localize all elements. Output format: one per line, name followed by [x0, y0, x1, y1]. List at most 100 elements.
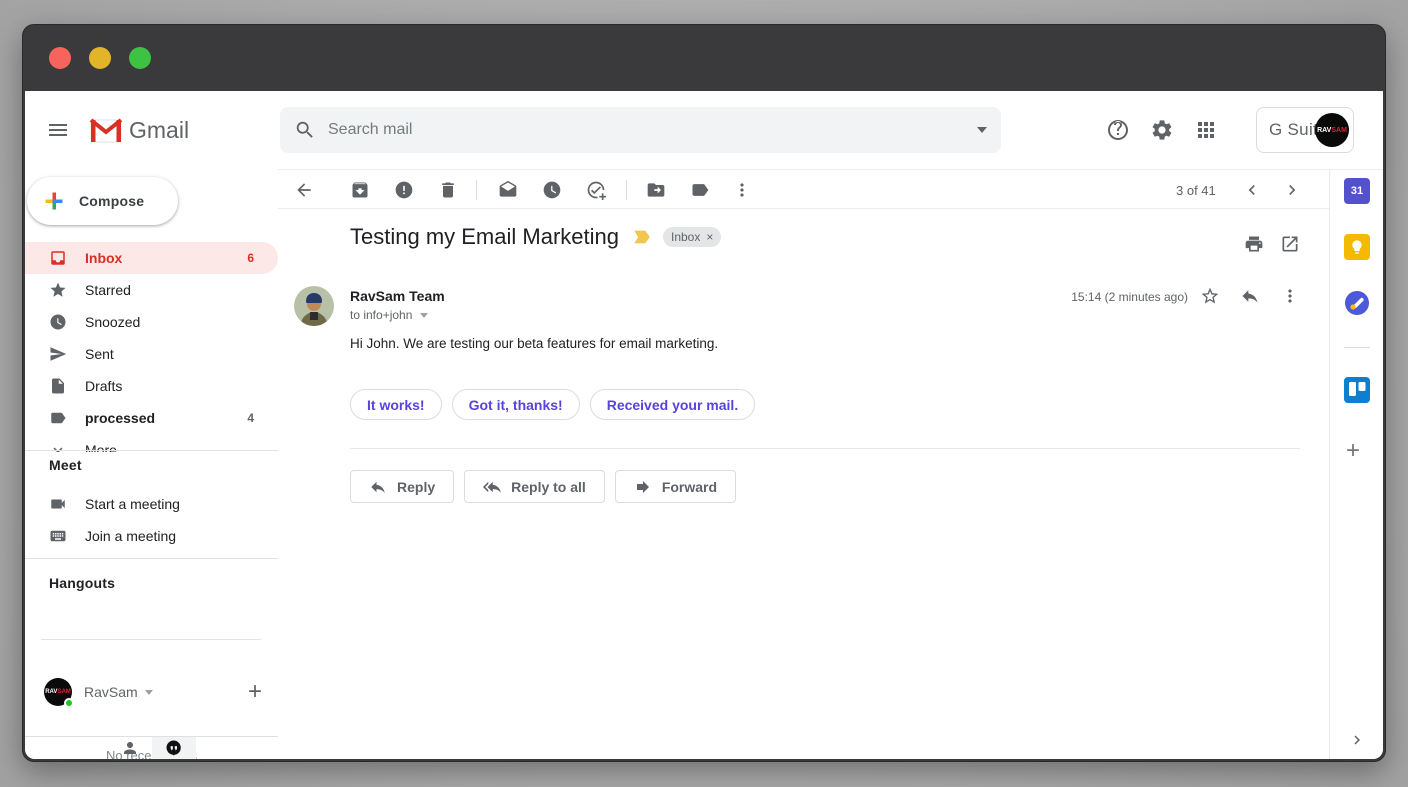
main-menu-icon[interactable]	[46, 118, 70, 142]
sender-avatar[interactable]	[294, 286, 334, 326]
hangouts-account-caret-icon[interactable]	[145, 690, 153, 695]
search-bar[interactable]	[280, 107, 1001, 153]
sidebar-item-inbox[interactable]: Inbox 6	[25, 242, 278, 274]
remove-label-icon[interactable]: ×	[706, 230, 713, 244]
browser-content: Gmail G Suite RAVSAM	[25, 91, 1383, 759]
labels-icon[interactable]	[690, 180, 710, 200]
hangouts-account-row[interactable]: RAVSAM RavSam +	[44, 678, 262, 706]
draft-file-icon	[49, 377, 67, 395]
mark-unread-icon[interactable]	[498, 180, 518, 200]
show-details-caret-icon[interactable]	[420, 313, 428, 318]
email-subject: Testing my Email Marketing	[350, 224, 619, 250]
hangouts-bubble-icon	[165, 739, 183, 757]
sidebar: Compose Inbox 6 Starred Snoozed	[25, 169, 278, 759]
open-in-new-window-icon[interactable]	[1280, 234, 1300, 254]
reply-icon	[369, 478, 387, 496]
sender-avatar-image	[294, 286, 334, 326]
search-icon[interactable]	[294, 119, 316, 141]
meet-item-label: Start a meeting	[85, 496, 180, 512]
meet-item-label: Join a meeting	[85, 528, 176, 544]
smart-reply-button[interactable]: Received your mail.	[590, 389, 756, 420]
email-body: Hi John. We are testing our beta feature…	[350, 336, 718, 351]
help-icon[interactable]	[1106, 118, 1130, 142]
hangouts-avatar: RAVSAM	[44, 678, 72, 706]
inbox-label-chip[interactable]: Inbox ×	[663, 227, 721, 247]
sidebar-item-label: Snoozed	[85, 314, 140, 330]
avatar-text-red: SAM	[57, 689, 70, 695]
compose-plus-icon	[42, 189, 66, 213]
sidebar-item-label: Sent	[85, 346, 114, 362]
star-icon	[49, 281, 67, 299]
more-options-icon[interactable]	[732, 180, 752, 200]
smart-reply-button[interactable]: It works!	[350, 389, 442, 420]
start-meeting-item[interactable]: Start a meeting	[25, 488, 278, 520]
older-conversation-icon[interactable]	[1282, 180, 1302, 200]
close-window-button[interactable]	[49, 47, 71, 69]
label-tag-icon	[49, 409, 67, 427]
avatar-text-white: RAV	[45, 689, 57, 695]
sidebar-item-drafts[interactable]: Drafts	[25, 370, 278, 402]
email-toolbar: 3 of 41	[278, 169, 1331, 209]
smart-reply-button[interactable]: Got it, thanks!	[452, 389, 580, 420]
search-input[interactable]	[328, 121, 977, 139]
sidebar-item-sent[interactable]: Sent	[25, 338, 278, 370]
minimize-window-button[interactable]	[89, 47, 111, 69]
calendar-app-icon[interactable]: 31	[1344, 178, 1370, 204]
gmail-logo-icon[interactable]	[89, 118, 123, 144]
new-conversation-plus-icon[interactable]: +	[248, 678, 262, 706]
important-marker-icon[interactable]	[631, 226, 653, 248]
forward-button[interactable]: Forward	[615, 470, 736, 503]
message-divider	[350, 448, 1300, 449]
google-apps-grid-icon[interactable]	[1194, 118, 1218, 142]
toolbar-separator	[626, 180, 627, 200]
hangouts-divider	[41, 639, 261, 640]
sidebar-item-label: Starred	[85, 282, 131, 298]
sidebar-item-snoozed[interactable]: Snoozed	[25, 306, 278, 338]
sidebar-item-processed[interactable]: processed 4	[25, 402, 278, 434]
keyboard-icon	[49, 527, 67, 545]
add-to-tasks-icon[interactable]	[586, 180, 606, 200]
search-options-icon[interactable]	[977, 127, 987, 133]
move-to-folder-icon[interactable]	[646, 180, 666, 200]
trello-addon-icon[interactable]	[1344, 377, 1370, 403]
zoom-window-button[interactable]	[129, 47, 151, 69]
clock-icon	[49, 313, 67, 331]
reply-button[interactable]: Reply	[350, 470, 454, 503]
sidebar-divider	[25, 450, 278, 451]
message-more-options-icon[interactable]	[1280, 286, 1300, 306]
sidebar-item-label: Drafts	[85, 378, 122, 394]
keep-app-icon[interactable]	[1344, 234, 1370, 260]
snooze-icon[interactable]	[542, 180, 562, 200]
reply-icon[interactable]	[1240, 286, 1260, 306]
compose-button[interactable]: Compose	[27, 177, 178, 225]
account-avatar[interactable]: RAVSAM	[1315, 113, 1349, 147]
report-spam-icon[interactable]	[394, 180, 414, 200]
back-to-inbox-icon[interactable]	[294, 180, 314, 200]
settings-gear-icon[interactable]	[1150, 118, 1174, 142]
star-message-icon[interactable]	[1200, 286, 1220, 306]
contacts-tab[interactable]	[108, 737, 152, 759]
archive-icon[interactable]	[350, 180, 370, 200]
video-camera-icon	[49, 495, 67, 513]
recipient-row[interactable]: to info+john	[350, 308, 428, 322]
sidebar-item-starred[interactable]: Starred	[25, 274, 278, 306]
print-icon[interactable]	[1244, 234, 1264, 254]
tasks-icon	[1344, 290, 1370, 316]
lightbulb-icon	[1349, 239, 1365, 255]
trello-icon	[1344, 377, 1370, 403]
sender-name[interactable]: RavSam Team	[350, 288, 445, 304]
hangouts-tab[interactable]	[152, 737, 196, 759]
app-window: Gmail G Suite RAVSAM	[22, 24, 1386, 762]
sidebar-divider	[25, 558, 278, 559]
online-status-dot	[64, 698, 74, 708]
tasks-app-icon[interactable]	[1344, 290, 1370, 316]
hide-side-panel-chevron-icon[interactable]	[1348, 731, 1366, 749]
newer-conversation-icon[interactable]	[1242, 180, 1262, 200]
get-addons-plus-icon[interactable]: +	[1346, 437, 1360, 465]
delete-icon[interactable]	[438, 180, 458, 200]
reply-all-button[interactable]: Reply to all	[464, 470, 605, 503]
pagination-counter: 3 of 41	[1176, 183, 1216, 198]
recipient-text: to info+john	[350, 308, 412, 322]
join-meeting-item[interactable]: Join a meeting	[25, 520, 278, 552]
gmail-header: Gmail G Suite RAVSAM	[25, 91, 1383, 169]
